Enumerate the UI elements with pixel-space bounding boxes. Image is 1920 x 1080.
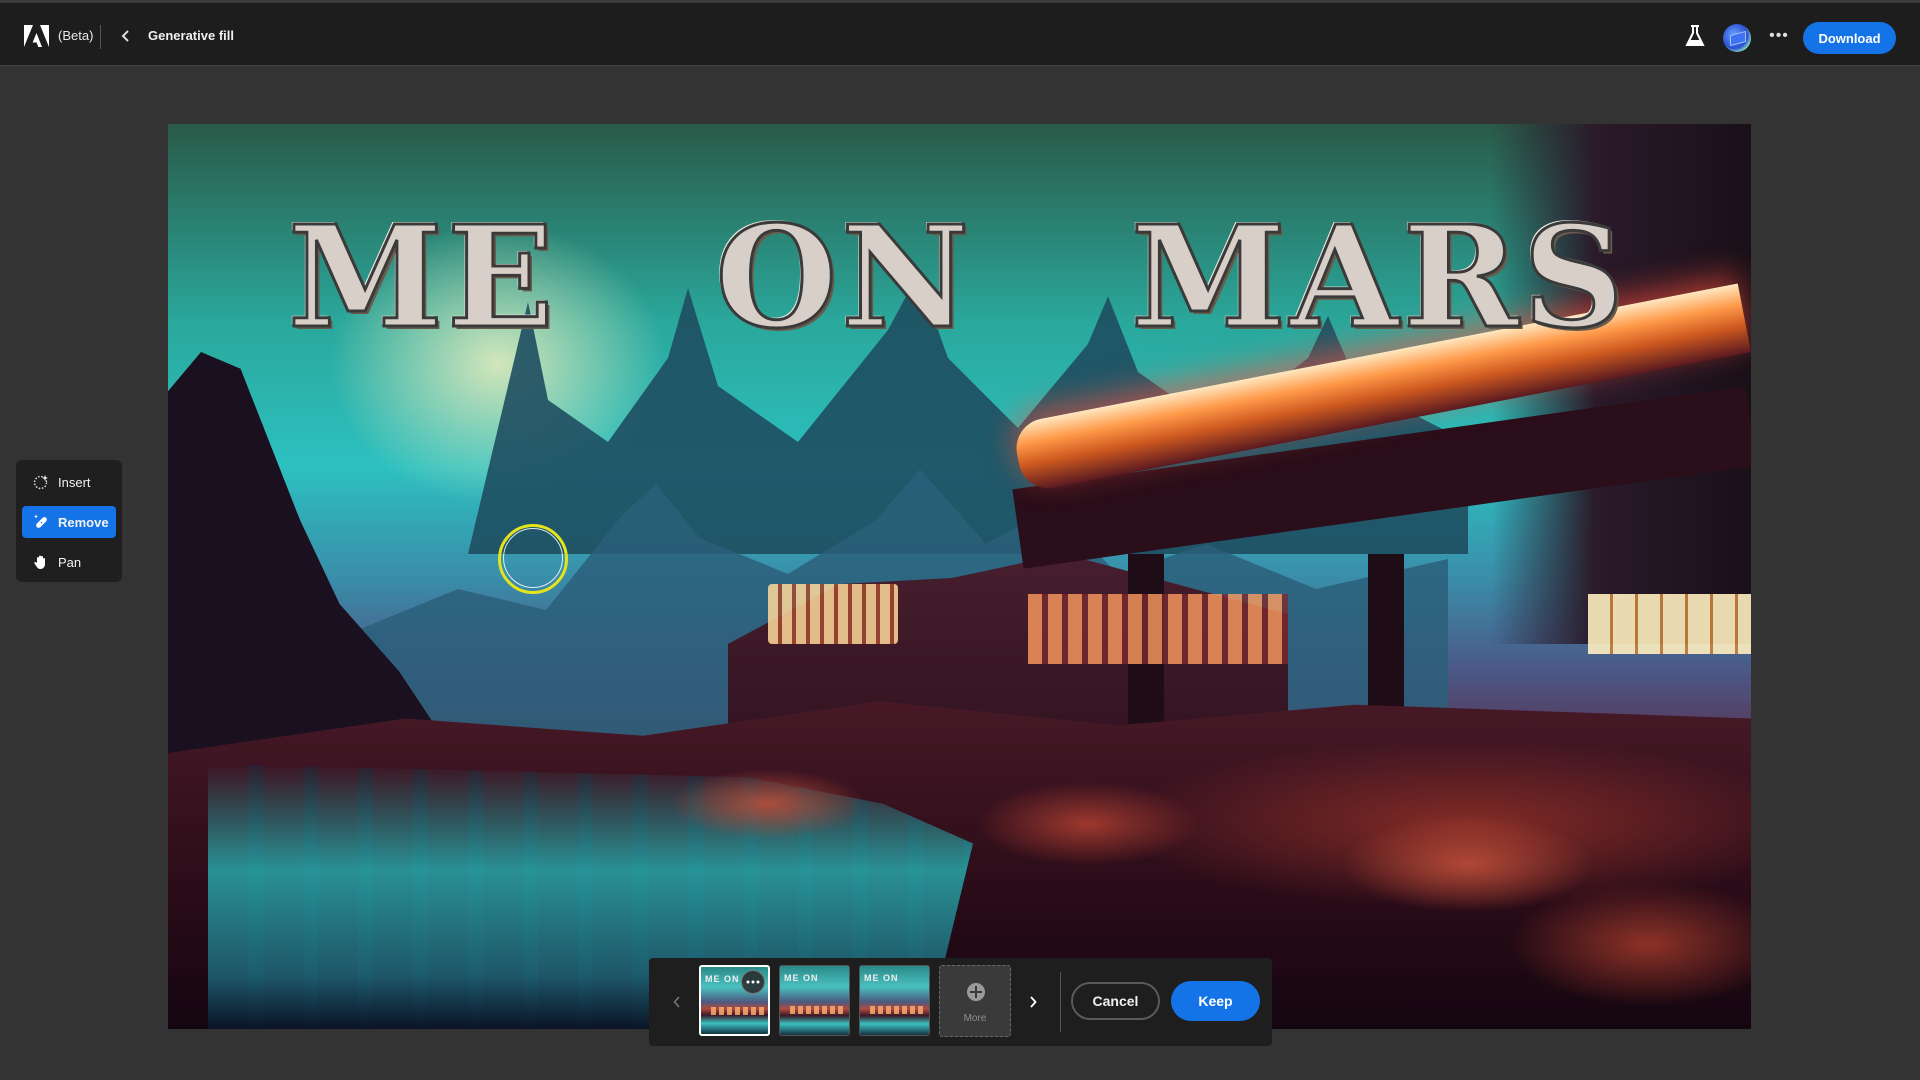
headline-word: MARS [1129, 196, 1628, 360]
bandage-icon [32, 513, 50, 531]
chevron-right-icon [1030, 996, 1037, 1008]
plus-circle-icon [967, 983, 985, 1001]
back-button[interactable] [116, 23, 136, 49]
more-variations-button[interactable]: More [939, 965, 1011, 1037]
action-divider [1060, 972, 1061, 1032]
download-button[interactable]: Download [1803, 22, 1896, 54]
thumbnail-options-button[interactable] [741, 970, 765, 994]
beta-badge: (Beta) [58, 28, 94, 43]
header-divider [100, 25, 101, 49]
canvas-headline-text: ME ON MARS [287, 196, 1628, 360]
tool-remove[interactable]: Remove [22, 506, 116, 538]
headline-word: ME [287, 196, 558, 360]
cancel-button[interactable]: Cancel [1071, 982, 1160, 1020]
headline-word: ON [714, 196, 974, 360]
thumbnail-lights [870, 1006, 925, 1014]
thumbnail-caption: ME ON [864, 973, 899, 983]
more-label: More [963, 1013, 987, 1024]
tool-label: Pan [58, 554, 82, 570]
labs-flask-button[interactable] [1684, 24, 1706, 48]
variation-thumbnail-2[interactable]: ME ON [779, 965, 850, 1036]
keep-button[interactable]: Keep [1171, 981, 1260, 1021]
more-options-button[interactable]: ••• [1768, 25, 1790, 49]
variation-thumbnail-1[interactable]: ME ON [699, 965, 770, 1036]
brush-cursor [498, 524, 568, 594]
page-title: Generative fill [148, 28, 234, 43]
thumbnail-lights [711, 1007, 766, 1015]
image-canvas[interactable]: ME ON MARS [168, 124, 1751, 1029]
ellipsis-icon [746, 980, 760, 984]
thumbnail-lights [790, 1006, 845, 1014]
thumbnail-caption: ME ON [705, 974, 740, 984]
hand-icon [32, 553, 50, 571]
thumbnail-caption: ME ON [784, 973, 819, 983]
tool-label: Remove [58, 514, 109, 530]
adobe-logo-icon[interactable] [24, 25, 49, 47]
chevron-left-icon [121, 30, 129, 42]
variations-bar: ME ON ME ON ME ON More Cancel Keep [649, 958, 1272, 1046]
previous-variation-button[interactable] [669, 987, 685, 1017]
insert-icon [32, 473, 50, 491]
canvas-lit-windows [1588, 594, 1751, 654]
chevron-left-icon [673, 996, 680, 1008]
canvas-lit-windows [768, 584, 898, 644]
tool-label: Insert [58, 474, 91, 490]
tool-pan[interactable]: Pan [22, 546, 116, 578]
tool-panel: Insert Remove Pan [16, 460, 122, 582]
user-avatar[interactable] [1723, 24, 1751, 52]
flask-icon [1685, 25, 1705, 46]
top-bar: (Beta) Generative fill ••• Download [0, 0, 1920, 66]
next-variation-button[interactable] [1025, 987, 1041, 1017]
canvas-lit-windows [1028, 594, 1288, 664]
tool-insert[interactable]: Insert [22, 466, 116, 498]
variation-thumbnail-3[interactable]: ME ON [859, 965, 930, 1036]
